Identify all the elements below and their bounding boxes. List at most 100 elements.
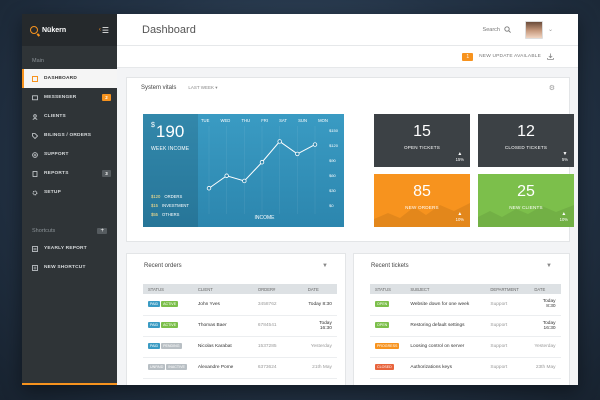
subject-cell: Authorizations keys	[405, 357, 486, 379]
chevron-left-icon: ‹	[98, 27, 101, 33]
column-header[interactable]: DATE	[302, 284, 337, 294]
tile-value: 85	[413, 183, 431, 200]
subject-cell: Website down for one week	[405, 294, 486, 316]
sidebar-item-support[interactable]: SUPPORT	[22, 145, 117, 164]
tag-icon	[32, 132, 38, 139]
tile-value: 25	[517, 183, 535, 200]
tile-change: ▼ 5%	[562, 151, 568, 162]
new-clients-tile[interactable]: 25 NEW CLIENTS ▲ 10%	[478, 174, 574, 227]
sidebar-item-reports[interactable]: REPORTS 3	[22, 164, 117, 183]
report-icon	[32, 245, 38, 252]
column-header[interactable]: CLIENT	[192, 284, 253, 294]
dashboard-icon	[32, 75, 38, 82]
filter-icon[interactable]: ▼	[546, 263, 552, 269]
status-badge: ACTIVE	[161, 300, 179, 307]
table-row[interactable]: PAID ACTIVE Thomas Baer 6784541 Today 16:…	[143, 315, 337, 337]
order-cell: 6784541	[252, 315, 303, 337]
status-badge: INACTIVE	[166, 364, 187, 370]
date-cell: 21th May	[302, 357, 337, 379]
panel-title: System vitals	[141, 85, 177, 91]
sidebar-accent-bar	[22, 383, 117, 385]
update-badge: 1	[462, 52, 474, 61]
column-header[interactable]: SUBJECT	[405, 284, 486, 294]
tile-change: ▲ 10%	[456, 211, 464, 222]
new-orders-tile[interactable]: 85 NEW ORDERS ▲ 10%	[374, 174, 470, 227]
tile-change: ▲ 15%	[456, 151, 464, 162]
income-data-point[interactable]	[277, 139, 282, 144]
table-row[interactable]: OPEN Website down for one week Support T…	[370, 294, 561, 316]
column-header[interactable]: DEPARTMENT	[485, 284, 530, 294]
status-cell: PAID PENDING	[143, 336, 193, 358]
download-icon[interactable]	[547, 53, 554, 60]
column-header[interactable]: STATUS	[370, 284, 406, 294]
client-cell: John Yves	[192, 294, 253, 316]
period-select[interactable]: LAST WEEK ▾	[188, 85, 217, 91]
tile-change-value: 15%	[455, 157, 464, 162]
messenger-icon	[32, 94, 38, 100]
tile-label: CLOSED TICKETS	[504, 145, 548, 150]
shortcut-label: NEW SHORTCUT	[44, 265, 86, 270]
logo-icon	[30, 26, 38, 34]
client-cell: Nicolas Karabat	[192, 336, 253, 358]
income-data-point[interactable]	[224, 173, 229, 178]
sidebar-item-messenger[interactable]: MESSENGER 2	[22, 88, 117, 107]
search-button[interactable]: Search	[483, 26, 511, 33]
table-row[interactable]: CLOSED Authorizations keys Support 23th …	[370, 357, 561, 379]
income-data-point[interactable]	[312, 142, 318, 147]
sidebar-item-label: SUPPORT	[44, 152, 69, 157]
table-row[interactable]: PAID PENDING Nicolas Karabat 1537285 Yest…	[143, 336, 337, 358]
avatar[interactable]	[524, 20, 543, 39]
tickets-table: STATUS SUBJECT DEPARTMENT DATE OPEN Webs…	[370, 284, 561, 379]
sidebar-item-billings[interactable]: BILINGS / ORDERS	[22, 126, 117, 145]
orders-table: STATUS CLIENT ORDER# DATE PAID ACTIVE Joh…	[143, 284, 337, 379]
settings-icon[interactable]: ⚙	[549, 84, 555, 92]
department-cell: Support	[485, 357, 530, 379]
open-tickets-tile[interactable]: 15 OPEN TICKETS ▲ 15%	[374, 114, 470, 167]
shortcut-label: YEARLY REPORT	[44, 246, 87, 251]
income-data-point[interactable]	[206, 186, 212, 191]
week-income-card: $190 WEEK INCOME $120 ORDERS $15 INVESTMEN…	[143, 114, 344, 227]
reports-badge: 3	[102, 170, 111, 177]
department-cell: Support	[485, 315, 530, 337]
update-text[interactable]: NEW UPDATE AVAILABLE	[479, 54, 541, 59]
sidebar-item-label: BILINGS / ORDERS	[44, 133, 92, 138]
column-header[interactable]: DATE	[529, 284, 561, 294]
date-cell: Today 16:30	[529, 315, 561, 337]
sidebar-section-shortcuts: Shortcuts +	[22, 228, 117, 234]
sidebar-item-label: SETUP	[44, 190, 61, 195]
status-badge: ACTIVE	[161, 322, 179, 328]
filter-icon[interactable]: ▼	[322, 263, 328, 269]
sidebar-item-label: REPORTS	[44, 171, 69, 176]
chevron-down-icon[interactable]: ⌄	[548, 26, 553, 33]
income-data-point[interactable]	[259, 160, 265, 165]
sidebar-item-clients[interactable]: CLIENTS	[22, 107, 117, 126]
tile-value: 15	[413, 123, 431, 140]
date-cell: Today 16:30	[302, 315, 337, 337]
tile-change: ▲ 10%	[560, 211, 568, 222]
status-badge: PROGRESS	[375, 343, 400, 349]
client-cell: Thomas Baer	[192, 315, 253, 337]
income-line-chart	[206, 126, 318, 214]
table-row[interactable]: PROGRESS Loosing control on server Suppo…	[370, 336, 561, 358]
menu-toggle-button[interactable]: ‹ ☰	[99, 26, 109, 35]
table-row[interactable]: UNPAID INACTIVE Alexandre Pome 6373624 21…	[143, 357, 337, 379]
date-cell: 23th May	[529, 357, 561, 379]
sidebar-item-dashboard[interactable]: DASHBOARD	[22, 69, 117, 88]
order-cell: 1537285	[252, 336, 303, 358]
sidebar-item-setup[interactable]: SETUP	[22, 183, 117, 202]
table-row[interactable]: OPEN Restoring default settings Support …	[370, 315, 561, 337]
header: Dashboard Search ⌄	[117, 14, 578, 46]
closed-tickets-tile[interactable]: 12 CLOSED TICKETS ▼ 5%	[478, 114, 574, 167]
table-header-row: STATUS SUBJECT DEPARTMENT DATE	[370, 284, 561, 294]
column-header[interactable]: ORDER#	[252, 284, 303, 294]
shortcut-new[interactable]: NEW SHORTCUT	[22, 258, 117, 277]
table-row[interactable]: PAID ACTIVE John Yves 3458762 Today 8:30	[143, 294, 337, 316]
income-data-point[interactable]	[242, 178, 247, 184]
logo[interactable]: Nükern	[30, 26, 66, 34]
add-shortcut-button[interactable]: +	[97, 228, 107, 234]
column-header[interactable]: STATUS	[143, 284, 193, 294]
income-data-point[interactable]	[295, 151, 300, 157]
shortcut-yearly-report[interactable]: YEARLY REPORT	[22, 239, 117, 258]
status-badge: PAID	[148, 322, 161, 328]
order-cell: 3458762	[252, 294, 303, 316]
